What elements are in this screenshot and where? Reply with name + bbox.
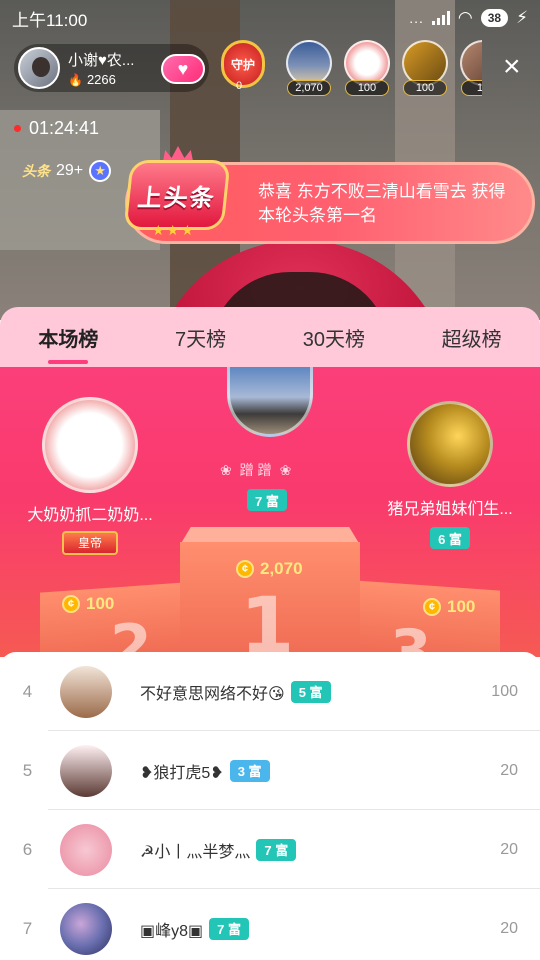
- rank-2-user[interactable]: 大奶奶抓二奶奶... 皇帝: [10, 397, 170, 555]
- viewer-avatar[interactable]: 100: [344, 40, 390, 96]
- rank-2-avatar[interactable]: [42, 397, 138, 493]
- list-name: 不好意思网络不好😘: [140, 685, 285, 703]
- flame-icon: 🔥: [68, 72, 83, 87]
- status-time: 上午11:00: [12, 10, 88, 30]
- rank-1-avatar[interactable]: [227, 367, 313, 437]
- viewer-avatar[interactable]: 2,070: [286, 40, 332, 96]
- podium: 1 2 3 ❀ 蹭 蹭 ❀ 7 富 ¢ 2,070 大奶奶抓二奶奶... 皇帝 …: [0, 367, 540, 657]
- list-name: ☭小丨灬半梦灬: [140, 843, 251, 861]
- coin-icon: ¢: [423, 598, 441, 616]
- viewer-avatar[interactable]: 100: [402, 40, 448, 96]
- host-avatar[interactable]: [18, 47, 60, 89]
- rank-3-numeral: 3: [390, 617, 432, 657]
- list-name: ▣峰y8▣: [140, 922, 204, 940]
- rank-3-rich-badge: 6 富: [430, 527, 470, 549]
- list-score: 20: [500, 761, 518, 779]
- rank-3-name: 猪兄弟姐妹们生...: [387, 501, 513, 518]
- list-avatar[interactable]: [60, 744, 112, 797]
- more-dots-icon: ...: [409, 10, 424, 26]
- list-rank: 6: [22, 839, 33, 859]
- follow-heart-button[interactable]: ♥: [161, 54, 205, 84]
- coin-icon: ¢: [62, 595, 80, 613]
- guard-label: 守护: [230, 57, 255, 72]
- list-avatar[interactable]: [60, 823, 112, 876]
- tab-this-session[interactable]: 本场榜: [32, 323, 104, 364]
- recording-dot-icon: [14, 125, 21, 132]
- close-icon[interactable]: ×: [503, 52, 521, 82]
- list-item[interactable]: 7 ▣峰y8▣ 7 富 20: [0, 889, 540, 960]
- list-rank: 5: [22, 760, 33, 780]
- ranking-list: 4 不好意思网络不好😘 5 富 100 5 ❥狼打虎5❥ 3 富 20 6 ☭小…: [0, 652, 540, 960]
- list-item[interactable]: 4 不好意思网络不好😘 5 富 100: [0, 652, 540, 731]
- headline-emblem: 上头条 ★★★: [112, 146, 232, 240]
- rank-2-emperor-badge: 皇帝: [61, 531, 118, 555]
- headline-logo: 头条: [22, 163, 50, 179]
- host-fans-count: 2266: [86, 72, 116, 87]
- rank-3-user[interactable]: 猪兄弟姐妹们生... 6 富: [370, 401, 530, 549]
- list-rank: 4: [22, 681, 33, 701]
- list-rich-badge: 7 富: [209, 917, 249, 940]
- viewer-avatar[interactable]: 10: [460, 40, 482, 96]
- status-bar: 上午11:00 ... ◠ 38 ⚡: [0, 0, 540, 36]
- list-item[interactable]: 5 ❥狼打虎5❥ 3 富 20: [0, 731, 540, 810]
- ranking-tabs: 本场榜 7天榜 30天榜 超级榜: [0, 307, 540, 367]
- live-timer: 01:24:41: [14, 118, 99, 139]
- rank-2-numeral: 2: [110, 612, 152, 657]
- rank-1-name: ❀ 蹭 蹭 ❀: [220, 461, 292, 479]
- list-score: 20: [500, 919, 518, 937]
- list-score: 20: [500, 840, 518, 858]
- rank-2-coins: ¢ 100: [62, 594, 114, 614]
- list-rank: 7: [22, 918, 33, 938]
- rank-1-rich-badge: 7 富: [247, 489, 287, 511]
- tab-30-days[interactable]: 30天榜: [297, 323, 371, 352]
- signal-icon: [431, 11, 450, 25]
- star-icon: ★: [89, 160, 112, 182]
- list-rich-badge: 5 富: [290, 680, 331, 703]
- tab-super[interactable]: 超级榜: [436, 323, 508, 352]
- list-item[interactable]: 6 ☭小丨灬半梦灬 7 富 20: [0, 810, 540, 889]
- headline-entry[interactable]: 头条 29+ ★: [22, 160, 112, 182]
- stars-icon: ★★★: [152, 222, 196, 238]
- list-rich-badge: 7 富: [256, 838, 297, 861]
- flower-icon: ❀: [220, 461, 232, 478]
- headline-count: 29+: [56, 162, 84, 179]
- list-score: 100: [491, 682, 518, 700]
- flower-icon: ❀: [279, 461, 292, 478]
- charging-icon: ⚡: [516, 8, 528, 27]
- list-rich-badge: 3 富: [229, 759, 270, 782]
- rank-3-avatar[interactable]: [407, 401, 493, 487]
- list-name: ❥狼打虎5❥: [140, 764, 224, 782]
- tab-7-days[interactable]: 7天榜: [169, 323, 232, 352]
- guard-badge[interactable]: 守护 0: [218, 40, 268, 96]
- rank-1-coins: ¢ 2,070: [236, 559, 303, 579]
- guard-count: 0: [236, 80, 243, 92]
- rank-1-user[interactable]: [225, 367, 315, 437]
- rank-2-name: 大奶奶抓二奶奶...: [27, 507, 153, 524]
- list-avatar[interactable]: [60, 902, 112, 955]
- list-avatar[interactable]: [60, 665, 112, 718]
- rank-3-coins: ¢ 100: [423, 597, 475, 617]
- coin-icon: ¢: [236, 560, 254, 578]
- rank-1-numeral: 1: [240, 582, 295, 657]
- wifi-icon: ◠: [457, 8, 473, 27]
- battery-icon: 38: [480, 9, 509, 27]
- headline-message: 恭喜 东方不败三清山看雪去 获得本轮头条第一名: [258, 182, 506, 225]
